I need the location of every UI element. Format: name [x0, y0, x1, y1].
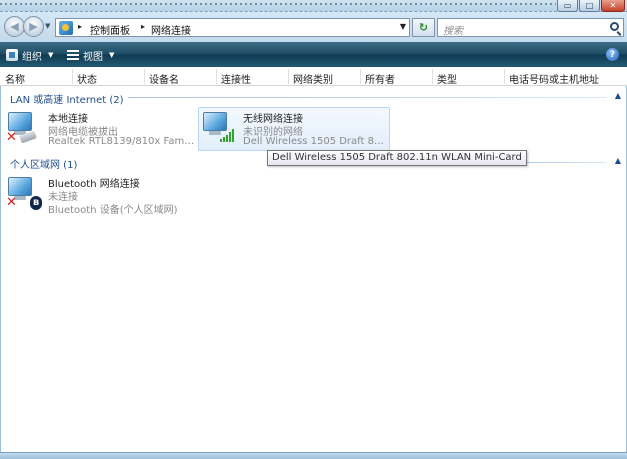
breadcrumb-control-panel[interactable]: 控制面板: [90, 22, 130, 37]
column-header-status[interactable]: 状态: [77, 71, 97, 86]
bluetooth-disconnected-icon: ✕ ʙ: [6, 175, 42, 211]
forward-arrow-icon: ▶: [29, 20, 38, 33]
connection-device: Dell Wireless 1505 Draft 802....: [243, 136, 389, 147]
column-divider[interactable]: [432, 69, 433, 84]
connection-device: Bluetooth 设备(个人区域网): [48, 205, 178, 216]
column-header-owner[interactable]: 所有者: [365, 71, 395, 86]
column-header-type[interactable]: 类型: [437, 71, 457, 86]
breadcrumb-separator-icon[interactable]: ▸: [141, 22, 145, 31]
column-divider[interactable]: [504, 69, 505, 84]
forward-button[interactable]: ▶: [23, 16, 44, 37]
back-button[interactable]: ◀: [4, 16, 25, 37]
column-header-row: 名称 状态 设备名 连接性 网络类别 所有者 类型 电话号码或主机地址: [0, 67, 627, 86]
chevron-down-icon: ▼: [109, 51, 115, 59]
organize-icon: [6, 49, 18, 61]
close-button[interactable]: ✕: [601, 0, 625, 12]
column-divider[interactable]: [216, 69, 217, 84]
minimize-button[interactable]: ▭: [557, 0, 578, 12]
column-header-name[interactable]: 名称: [5, 71, 25, 86]
connection-item-bluetooth[interactable]: ✕ ʙ Bluetooth 网络连接 未连接 Bluetooth 设备(个人区域…: [4, 175, 194, 217]
refresh-button[interactable]: ↻: [412, 18, 435, 37]
refresh-icon: ↻: [418, 21, 429, 34]
column-divider[interactable]: [288, 69, 289, 84]
column-header-device[interactable]: 设备名: [149, 71, 179, 86]
group-divider-line: [120, 97, 606, 98]
title-bar-decoration: [0, 3, 556, 5]
collapse-icon[interactable]: ▲: [615, 91, 621, 100]
ethernet-disconnected-icon: ✕: [6, 110, 42, 146]
title-bar: ▭ □ ✕: [0, 0, 627, 12]
control-panel-icon: [59, 21, 73, 35]
wireless-connected-icon: [201, 110, 237, 146]
organize-label: 组织: [22, 51, 42, 63]
connection-device: Realtek RTL8139/810x Family...: [48, 136, 196, 147]
window-left-edge[interactable]: [0, 86, 1, 452]
views-button[interactable]: 视图 ▼: [67, 47, 114, 63]
group-title-pan[interactable]: 个人区域网 (1): [10, 156, 82, 171]
search-icon[interactable]: [610, 22, 619, 31]
column-divider[interactable]: [144, 69, 145, 84]
caption-buttons: ▭ □ ✕: [556, 0, 625, 12]
window-bottom-edge[interactable]: [0, 452, 627, 459]
views-label: 视图: [83, 51, 103, 63]
collapse-icon[interactable]: ▲: [615, 156, 621, 165]
address-bar-area: ◀ ▶ ▼ ▸ 控制面板 ▸ 网络连接 ▼ ↻ 搜索: [0, 12, 627, 42]
organize-button[interactable]: 组织 ▼: [6, 47, 53, 63]
column-header-phone-or-host[interactable]: 电话号码或主机地址: [509, 71, 599, 86]
address-dropdown-icon[interactable]: ▼: [400, 22, 406, 31]
command-toolbar: 组织 ▼ 视图 ▼ ?: [0, 42, 627, 67]
group-title-lan[interactable]: LAN 或高速 Internet (2): [10, 91, 128, 106]
column-header-connectivity[interactable]: 连接性: [221, 71, 251, 86]
column-divider[interactable]: [360, 69, 361, 84]
breadcrumb-network-connections[interactable]: 网络连接: [151, 22, 191, 37]
search-input[interactable]: 搜索: [437, 18, 624, 37]
column-header-network-category[interactable]: 网络类别: [293, 71, 333, 86]
device-tooltip: Dell Wireless 1505 Draft 802.11n WLAN Mi…: [267, 150, 527, 166]
column-divider[interactable]: [72, 69, 73, 84]
connection-item-wireless[interactable]: 无线网络连接 未识别的网络 Dell Wireless 1505 Draft 8…: [198, 107, 390, 151]
views-icon: [67, 50, 79, 60]
chevron-down-icon: ▼: [48, 51, 54, 59]
connection-item-local[interactable]: ✕ 本地连接 网络电缆被拔出 Realtek RTL8139/810x Fami…: [4, 110, 196, 152]
group-header-lan[interactable]: LAN 或高速 Internet (2) ▲: [0, 91, 627, 106]
maximize-button[interactable]: □: [579, 0, 600, 12]
address-bar[interactable]: ▸ 控制面板 ▸ 网络连接 ▼: [55, 18, 410, 37]
breadcrumb-separator-icon[interactable]: ▸: [78, 22, 82, 31]
recent-pages-dropdown[interactable]: ▼: [45, 22, 50, 30]
back-arrow-icon: ◀: [10, 20, 19, 33]
help-icon[interactable]: ?: [606, 48, 619, 61]
search-placeholder: 搜索: [443, 26, 463, 37]
